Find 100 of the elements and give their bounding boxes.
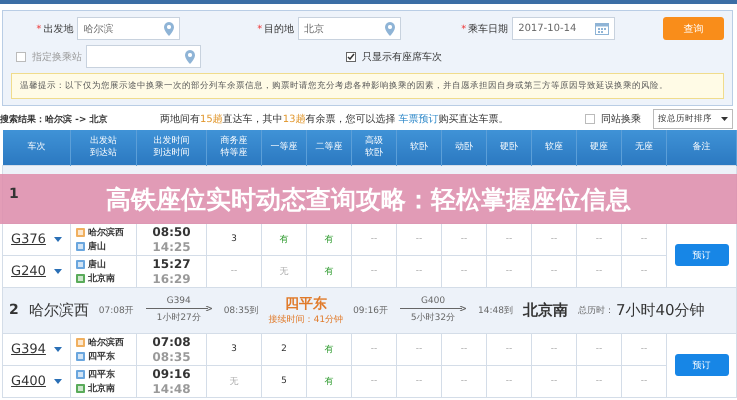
caret-icon[interactable] [54,236,62,242]
seat-cell: -- [352,333,396,365]
station-name: 唐山 [88,258,106,270]
column-header: 二等座 [306,130,352,165]
caret-icon[interactable] [54,378,62,384]
column-header: 无座 [622,130,666,165]
column-header: 软座 [532,130,576,165]
column-header: 商务座 特等座 [206,130,262,165]
depart-time: 07:08 [152,334,191,348]
total-label: 总历时： [578,304,614,316]
seat-cell: -- [352,223,396,255]
required-mark: * [36,24,42,34]
seat-cell: -- [396,365,442,397]
seat-cell: -- [486,255,532,287]
seat-cell: -- [442,255,486,287]
column-header: 软卧 [396,130,442,165]
transfer-station-field[interactable] [86,45,201,68]
column-header: 硬卧 [486,130,532,165]
field-label: * 目的地 [256,22,296,36]
train-number: G394 [166,296,191,306]
total-duration: 7小时40分钟 [616,300,705,320]
column-header: 车次 [2,130,70,165]
seat-cell: -- [396,223,442,255]
seat-cell: -- [576,365,622,397]
seat-cell: -- [206,255,262,287]
column-header: 一等座 [262,130,306,165]
station-name: 四平东 [88,368,115,380]
seat-cell: 有 [262,223,306,255]
destination-field[interactable]: 北京 [298,17,401,40]
column-header: 动卧 [442,130,486,165]
seat-cell: -- [352,365,396,397]
seat-cell: 5 [262,365,306,397]
depart-time: 09:16开 [353,304,388,316]
column-header: 硬座 [576,130,622,165]
station-name: 北京南 [88,272,115,284]
seat-cell: -- [576,223,622,255]
seat-cell: -- [442,223,486,255]
arrow-line-icon [146,306,212,311]
notice-text: 温馨提示：以下仅为您展示途中换乘一次的部分列车余票信息，购票时请您充分考虑各种影响换乘的因素，并自愿承担因自身或第三方等原因导致延误换乘的风险。 [11,73,724,99]
connection-time: 接续时间：41分钟 [268,314,344,326]
station-name: 四平东 [88,350,115,362]
train-number: G400 [420,296,446,306]
arrive-time: 08:35 [152,350,191,364]
group-number: 2 [9,302,19,318]
caret-icon[interactable] [54,268,62,274]
column-header: 备注 [666,130,736,165]
depart-time: 09:16 [152,366,191,380]
location-pin-icon [164,22,174,36]
transfer-station: 四平东 [284,294,327,312]
seat-cell: -- [396,255,442,287]
seat-cell: 有 [306,333,352,365]
seat-cell: -- [352,255,396,287]
seat-cell: -- [532,255,576,287]
arrow-line-icon [400,306,466,311]
checkbox[interactable] [585,114,595,124]
seat-cell: -- [622,365,666,397]
seat-cell: -- [532,333,576,365]
seat-cell: -- [442,333,486,365]
column-header: 高级 软卧 [352,130,396,165]
seat-cell: 2 [262,333,306,365]
station-name: 哈尔滨西 [28,300,89,320]
duration-text: 1小时27分 [156,312,201,324]
calendar-icon [594,22,609,35]
seat-cell: -- [486,365,532,397]
departure-field[interactable]: 哈尔滨 [77,17,180,40]
seat-cell: 无 [262,255,306,287]
dropdown-caret-icon [721,117,728,121]
seat-cell: 3 [206,223,262,255]
seat-cell: -- [622,223,666,255]
seat-cell: -- [576,255,622,287]
station-name: 北京南 [88,382,115,394]
book-button[interactable]: 预订 [674,244,728,266]
station-name: 哈尔滨西 [88,336,124,348]
caret-icon[interactable] [54,346,62,352]
arrive-time: 14:48 [152,382,191,396]
date-field[interactable]: 2017-10-14 [512,17,615,40]
group-number: 1 [9,186,19,202]
seat-cell: 有 [306,255,352,287]
station-name: 北京南 [522,300,568,320]
seat-cell: 无 [206,365,262,397]
duration-text: 5小时32分 [410,312,456,324]
sort-select[interactable]: 按总历时排序 [653,109,733,129]
result-sentence: 两地间有15趟直达车，其中13趟有余票，您可以选择 车票预订购买直达车票。 [160,112,510,126]
seat-cell: -- [532,365,576,397]
checkbox-label: 同站换乘 [601,112,642,126]
required-mark: * [461,24,466,34]
location-pin-icon [384,22,395,36]
location-pin-icon [185,50,195,64]
arrive-time: 14:25 [152,240,191,254]
book-button[interactable]: 预订 [674,354,728,376]
depart-time: 15:27 [152,256,191,270]
checkbox[interactable] [346,52,356,62]
checkbox[interactable] [16,52,26,62]
station-name: 唐山 [88,240,106,252]
seat-cell: -- [576,333,622,365]
field-label: * 乘车日期 [460,22,510,36]
required-mark: * [257,24,262,34]
depart-time: 08:50 [152,224,191,238]
ticket-booking-link[interactable]: 车票预订 [398,114,439,125]
station-name: 哈尔滨西 [88,226,124,238]
